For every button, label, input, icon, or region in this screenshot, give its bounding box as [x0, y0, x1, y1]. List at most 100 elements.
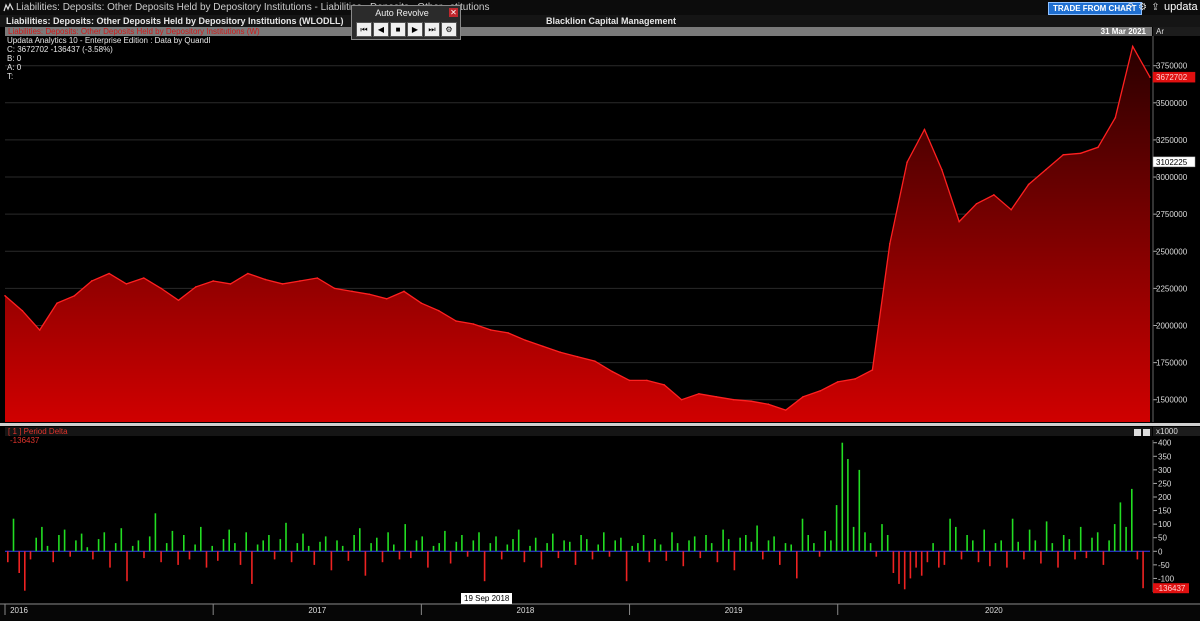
delta-bar [228, 529, 230, 552]
data-point [73, 295, 76, 297]
delta-bar [52, 551, 54, 563]
data-point [663, 384, 666, 386]
data-point [1062, 153, 1065, 156]
delta-bar [154, 513, 157, 552]
data-point [4, 295, 6, 297]
delta-bar [245, 532, 247, 552]
delta-bar [614, 540, 616, 552]
delta-bar [699, 551, 702, 559]
delta-bar [903, 551, 906, 590]
data-point [247, 272, 249, 275]
delta-bar [659, 544, 662, 552]
settings-button[interactable]: ⚙ [441, 22, 457, 37]
restore-icon[interactable] [1134, 429, 1141, 436]
delta-bar [1136, 551, 1139, 560]
delta-bar [319, 541, 321, 552]
delta-bar [1028, 529, 1031, 552]
panel-buttons [1132, 428, 1150, 439]
delta-bar [852, 526, 855, 552]
y-tick-label: 2250000 [1156, 284, 1188, 293]
delta-bar [733, 551, 736, 571]
data-point [1149, 76, 1151, 78]
delta-bar [438, 543, 440, 552]
delta-bar [915, 551, 917, 568]
data-point [299, 280, 301, 282]
data-point [732, 398, 735, 401]
data-point [1010, 208, 1013, 211]
data-point [680, 398, 683, 401]
time-axis: 2016 2017 2018 2019 2020 [0, 603, 1200, 621]
sub-price-tag-label: -136437 [1156, 584, 1186, 593]
chart-canvas[interactable]: 1500000 1750000 2000000 2250000 2500000 27500… [0, 0, 1200, 621]
data-point [611, 370, 613, 373]
delta-bar [960, 551, 963, 560]
delta-bar [1017, 541, 1019, 552]
delta-bar [830, 540, 832, 552]
area-series [4, 44, 1151, 423]
delta-bar [109, 551, 111, 568]
info-panel: Updata Analytics 10 - Enterprise Edition… [7, 36, 210, 81]
delta-bar [324, 536, 327, 552]
delta-bar [1096, 532, 1099, 552]
delta-bar [387, 532, 389, 552]
data-point [333, 287, 336, 290]
data-point [802, 395, 804, 398]
data-point [489, 329, 492, 331]
delta-bar [194, 544, 196, 552]
delta-bar [569, 541, 571, 552]
previous-button[interactable]: ◀ [373, 22, 389, 37]
delta-bar [574, 551, 577, 565]
data-point [437, 309, 440, 312]
data-point [923, 128, 926, 131]
delta-bar [603, 532, 605, 552]
data-point [212, 280, 214, 282]
last-button[interactable]: ⏭ [424, 22, 440, 37]
delta-bar [886, 535, 889, 552]
delta-bar [1131, 488, 1133, 552]
data-point [646, 379, 648, 382]
data-point [229, 283, 232, 285]
delta-bar [92, 551, 94, 560]
delta-bar [864, 532, 866, 552]
delta-bar [523, 551, 526, 563]
data-point [56, 302, 58, 305]
play-button[interactable]: ▶ [407, 22, 423, 37]
delta-bar [427, 551, 429, 568]
delta-bar [665, 551, 668, 561]
delta-bar [796, 551, 798, 579]
data-point [542, 345, 544, 348]
data-point [993, 194, 995, 196]
delta-bar [563, 540, 565, 552]
delta-bar [529, 545, 531, 552]
y-tick-label: 1750000 [1156, 359, 1188, 368]
first-button[interactable]: ⏮ [356, 22, 372, 37]
price-tag-label: 3102225 [1156, 158, 1188, 167]
delta-bar [932, 543, 934, 552]
delta-bar [773, 536, 775, 552]
delta-bar [478, 532, 480, 552]
delta-bar [892, 551, 895, 573]
data-point [1045, 168, 1047, 171]
delta-bar [279, 539, 282, 552]
delta-bar [183, 535, 185, 552]
close-icon[interactable]: ✕ [449, 8, 458, 17]
delta-bar [784, 543, 787, 552]
delta-bar [1085, 551, 1088, 559]
delta-bar [648, 551, 651, 563]
delta-bar [745, 535, 747, 552]
sub-y-tick-label: 400 [1158, 439, 1172, 448]
data-point [750, 400, 752, 403]
delta-bar [926, 551, 929, 563]
stop-button[interactable]: ■ [390, 22, 406, 37]
delta-bar [410, 551, 412, 559]
sub-y-tick-label: -50 [1158, 561, 1170, 570]
close-panel-icon[interactable] [1143, 429, 1150, 436]
delta-bar [500, 551, 503, 560]
delta-bar [114, 543, 117, 552]
y-tick-label: 3250000 [1156, 136, 1188, 145]
sub-y-tick-label: 50 [1158, 534, 1167, 543]
data-point [576, 355, 579, 358]
data-point [316, 277, 319, 279]
bar-series [7, 442, 1144, 591]
data-point [177, 299, 180, 302]
